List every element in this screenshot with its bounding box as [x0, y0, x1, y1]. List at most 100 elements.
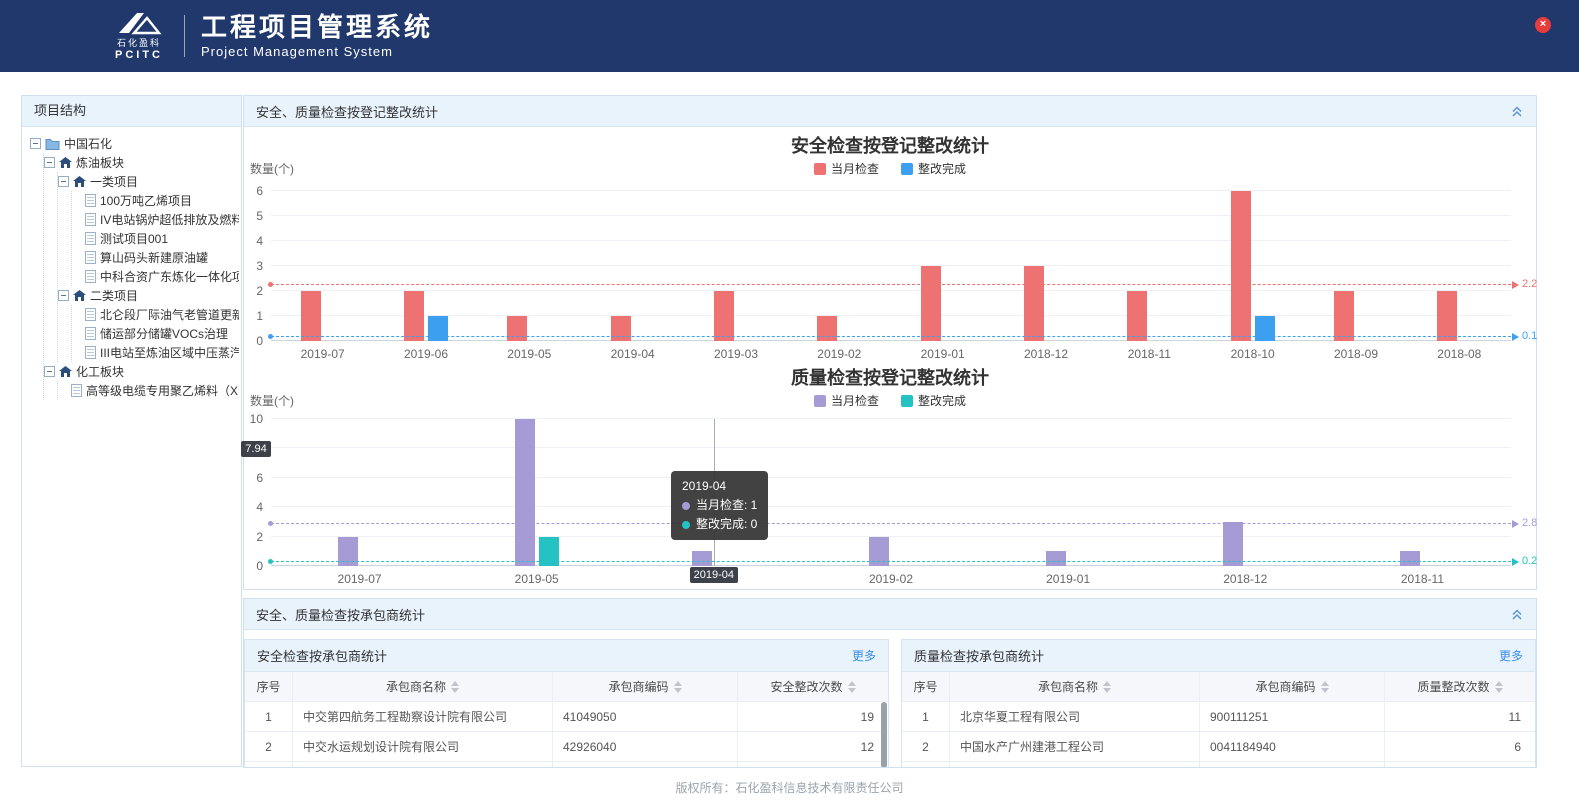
tooltip-series-dot	[682, 502, 690, 510]
gridline	[271, 477, 1511, 478]
table-cell: 1	[902, 702, 950, 731]
bar[interactable]	[428, 316, 448, 341]
table-cell: 42926040	[553, 732, 738, 761]
sort-icon[interactable]	[674, 681, 682, 693]
table-row[interactable]: 2中国水产广州建港工程公司00411849406	[902, 732, 1535, 762]
legend-item[interactable]: 当月检查	[814, 160, 879, 177]
tree-node[interactable]: 高等级电缆专用聚乙烯料（XLPE	[58, 381, 239, 400]
bar[interactable]	[817, 316, 837, 341]
pcitc-logo-icon	[114, 11, 164, 35]
tree-node[interactable]: 二类项目	[58, 286, 239, 305]
bar[interactable]	[1046, 551, 1066, 566]
tree-node[interactable]: 一类项目	[58, 172, 239, 191]
home-icon	[73, 290, 86, 302]
column-header[interactable]: 安全整改次数	[738, 672, 888, 701]
tree-node[interactable]: 储运部分储罐VOCs治理	[72, 324, 239, 343]
card-header: 质量检查按承包商统计 更多	[902, 640, 1535, 672]
tree-node[interactable]: 化工板块	[44, 362, 239, 381]
tree-node[interactable]: 炼油板块	[44, 153, 239, 172]
legend-label: 整改完成	[918, 160, 966, 177]
x-axis-label: 2018-11	[1107, 347, 1191, 361]
gridline	[271, 506, 1511, 507]
tree-expander-icon[interactable]	[58, 176, 69, 187]
gridline	[271, 190, 1511, 191]
sort-icon[interactable]	[1103, 681, 1111, 693]
bar[interactable]	[692, 551, 712, 566]
tree-expander-icon[interactable]	[30, 138, 41, 149]
table-row[interactable]: 3中国化学工程第四建设有限公司	[902, 762, 1535, 768]
tree-expander-icon[interactable]	[44, 157, 55, 168]
bar[interactable]	[1223, 522, 1243, 566]
legend-item[interactable]: 当月检查	[814, 392, 879, 409]
close-button[interactable]: ×	[1535, 17, 1551, 33]
legend-item[interactable]: 整改完成	[901, 160, 966, 177]
tree-expander-icon[interactable]	[44, 366, 55, 377]
tree-node[interactable]: IV电站锅炉超低排放及燃料输	[72, 210, 239, 229]
tree-node[interactable]: 北仑段厂际油气老管道更新	[72, 305, 239, 324]
table-row[interactable]: 1北京华夏工程有限公司90011125111	[902, 702, 1535, 732]
column-header[interactable]: 承包商编码	[1200, 672, 1385, 701]
tree-node-label: 测试项目001	[100, 230, 168, 247]
table-row[interactable]: 2中交水运规划设计院有限公司4292604012	[245, 732, 888, 762]
bar[interactable]	[1127, 291, 1147, 341]
table-cell: 3	[245, 762, 293, 768]
column-header-label: 序号	[913, 678, 937, 695]
axis-pointer-y-label: 7.94	[241, 441, 271, 457]
column-header[interactable]: 质量整改次数	[1385, 672, 1535, 701]
x-axis-label: 2018-08	[1417, 347, 1501, 361]
bar[interactable]	[404, 291, 424, 341]
tooltip-row: 整改完成: 0	[682, 515, 757, 534]
bar[interactable]	[301, 291, 321, 341]
table-row[interactable]: 3中交第二航务工程勘察设计院有限公司	[245, 762, 888, 768]
registration-panel-header: 安全、质量检查按登记整改统计	[244, 96, 1536, 127]
column-header[interactable]: 承包商名称	[950, 672, 1200, 701]
bar[interactable]	[1255, 316, 1275, 341]
doc-icon	[85, 327, 96, 340]
tree-node[interactable]: 算山码头新建原油罐	[72, 248, 239, 267]
bar[interactable]	[515, 419, 535, 566]
tree-node[interactable]: 中国石化	[30, 134, 239, 153]
bar[interactable]	[507, 316, 527, 341]
bar[interactable]	[921, 266, 941, 341]
copyright-text: 版权所有：石化盈科信息技术有限责任公司	[675, 781, 903, 795]
markline-average-label: 0.2	[1522, 555, 1537, 567]
bar[interactable]	[1400, 551, 1420, 566]
column-header[interactable]: 承包商编码	[553, 672, 738, 701]
more-link[interactable]: 更多	[1499, 647, 1523, 664]
table-cell: 11	[1385, 702, 1535, 731]
table-cell: 6	[1385, 732, 1535, 761]
x-axis-label: 2019-02	[849, 572, 933, 586]
vertical-scrollbar[interactable]	[881, 702, 887, 768]
legend-marker-icon	[814, 163, 826, 175]
bar[interactable]	[611, 316, 631, 341]
bar[interactable]	[1024, 266, 1044, 341]
app-root: 石化盈科 PCITC 工程项目管理系统 Project Management S…	[0, 0, 1579, 804]
sort-icon[interactable]	[451, 681, 459, 693]
y-axis-tick: 6	[256, 471, 263, 485]
x-axis-label: 2019-05	[487, 347, 571, 361]
column-header[interactable]: 承包商名称	[293, 672, 553, 701]
tree-node[interactable]: 中科合资广东炼化一体化项目	[72, 267, 239, 286]
sort-icon[interactable]	[1495, 681, 1503, 693]
collapse-icon[interactable]	[1510, 607, 1524, 621]
more-link[interactable]: 更多	[852, 647, 876, 664]
safety-contractor-card: 安全检查按承包商统计 更多 序号承包商名称承包商编码安全整改次数1中交第四航务工…	[244, 639, 889, 768]
collapse-icon[interactable]	[1510, 104, 1524, 118]
tree-node-label: 高等级电缆专用聚乙烯料（XLPE	[86, 382, 239, 399]
bar[interactable]	[1334, 291, 1354, 341]
bar[interactable]	[1437, 291, 1457, 341]
y-axis-tick: 1	[256, 309, 263, 323]
legend-item[interactable]: 整改完成	[901, 392, 966, 409]
sort-icon[interactable]	[848, 681, 856, 693]
tree-node[interactable]: 测试项目001	[72, 229, 239, 248]
bar[interactable]	[1231, 191, 1251, 341]
axis-pointer-x-label: 2019-04	[690, 567, 738, 583]
table-row[interactable]: 1中交第四航务工程勘察设计院有限公司4104905019	[245, 702, 888, 732]
legend-label: 当月检查	[831, 392, 879, 409]
legend-marker-icon	[814, 395, 826, 407]
tree-node[interactable]: III电站至炼油区域中压蒸汽系	[72, 343, 239, 362]
bar[interactable]	[714, 291, 734, 341]
tree-expander-icon[interactable]	[58, 290, 69, 301]
sort-icon[interactable]	[1321, 681, 1329, 693]
tree-node[interactable]: 100万吨乙烯项目	[72, 191, 239, 210]
